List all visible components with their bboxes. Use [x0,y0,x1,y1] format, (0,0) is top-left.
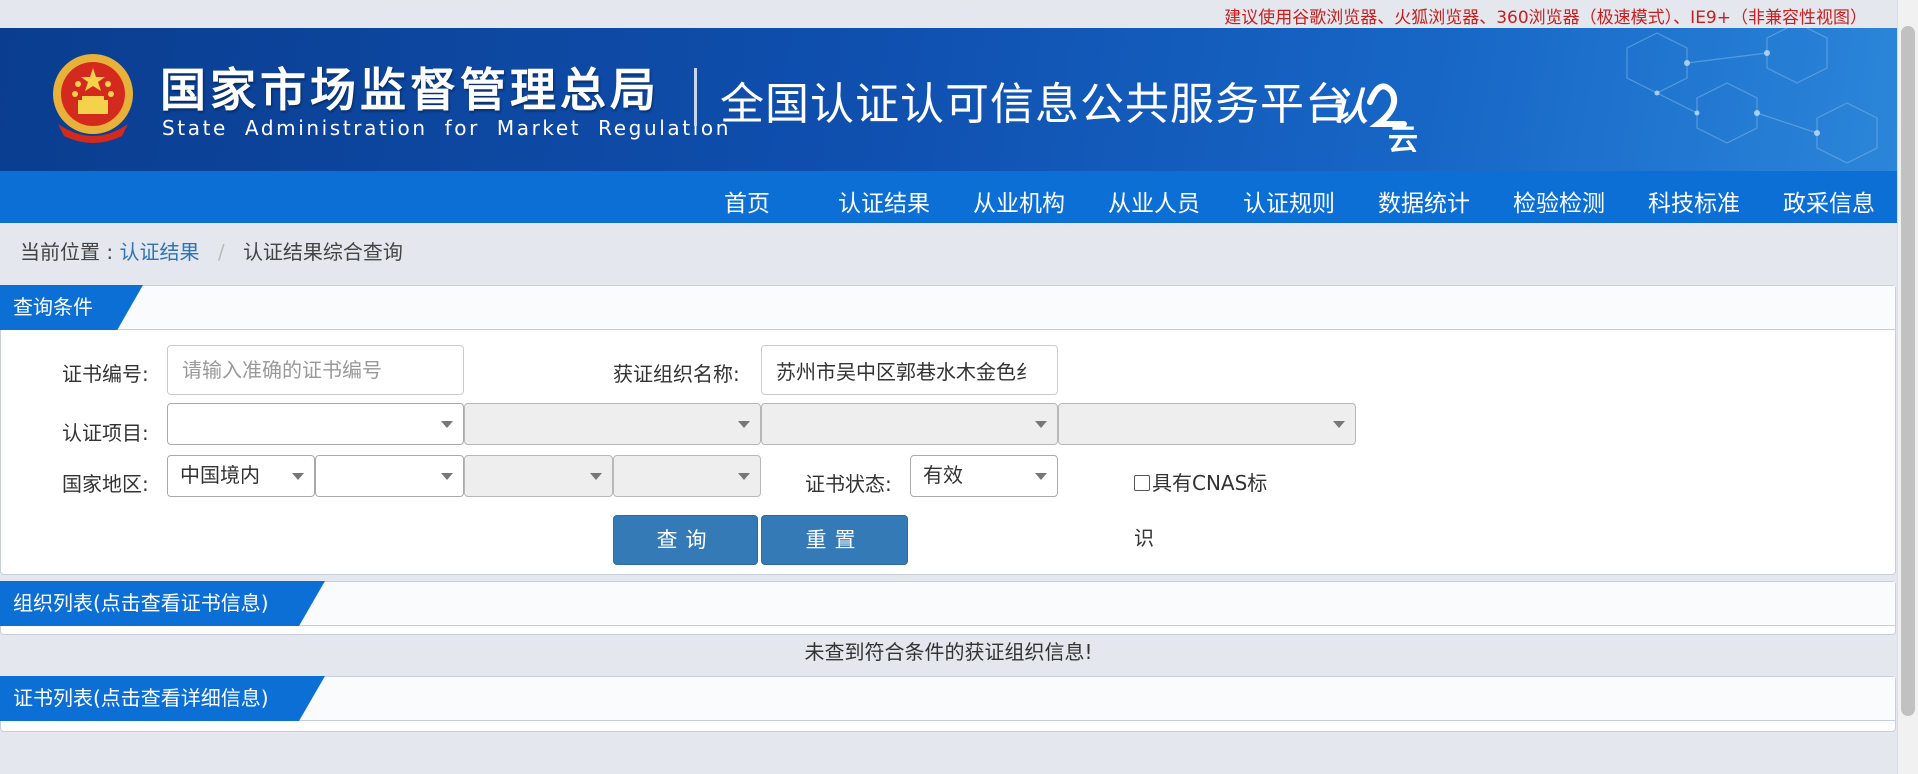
chevron-down-icon [1035,473,1047,480]
region-district-select[interactable] [613,455,761,497]
nav-statistics[interactable]: 数据统计 [1378,184,1470,218]
hexagon-pattern-decoration [1626,28,1878,164]
chevron-down-icon [1333,421,1345,428]
region-province-select[interactable] [315,455,464,497]
chevron-down-icon [292,473,304,480]
reset-button[interactable]: 重置 [761,515,908,565]
chevron-down-icon [1035,421,1047,428]
region-country-value: 中国境内 [180,463,260,487]
region-city-select[interactable] [464,455,613,497]
org-list-panel: 组织列表(点击查看证书信息) [0,581,1896,635]
cnas-label-text: 具有CNAS标 [1152,471,1268,495]
header-divider [694,68,697,126]
chevron-down-icon [441,421,453,428]
cert-project-select-2[interactable] [464,403,761,445]
org-name-en: State Administration for Market Regulati… [162,116,731,140]
org-list-panel-title: 组织列表(点击查看证书信息) [0,581,325,626]
cert-status-value: 有效 [923,463,963,487]
cert-no-label: 证书编号: [62,362,149,386]
nav-personnel[interactable]: 从业人员 [1108,184,1200,218]
browser-notice-text: 建议使用谷歌浏览器、火狐浏览器、360浏览器（极速模式）、IE9+（非兼容性视图… [1224,8,1867,28]
main-nav: 首页 认证结果 从业机构 从业人员 认证规则 数据统计 检验检测 科技标准 政采… [0,171,1897,223]
cnas-checkbox-label[interactable]: 具有CNAS标 [1134,467,1267,496]
breadcrumb-link-cert-results[interactable]: 认证结果 [119,240,199,264]
cert-project-select-3[interactable] [761,403,1058,445]
nav-standards[interactable]: 科技标准 [1648,184,1740,218]
svg-text:认: 认 [1330,85,1368,129]
cert-project-select-4[interactable] [1058,403,1356,445]
chevron-down-icon [738,421,750,428]
org-name-input[interactable] [761,345,1058,395]
nav-home[interactable]: 首页 [724,184,770,218]
nav-institutions[interactable]: 从业机构 [973,184,1065,218]
cnas-checkbox[interactable] [1134,475,1150,491]
cert-project-label: 认证项目: [62,421,149,445]
breadcrumb-current: 认证结果综合查询 [242,240,403,264]
chevron-down-icon [738,473,750,480]
breadcrumb: 当前位置 : 认证结果 / 认证结果综合查询 [20,236,403,265]
cert-list-panel: 证书列表(点击查看详细信息) [0,676,1896,732]
scrollbar-thumb[interactable] [1901,26,1915,716]
org-name-cn: 国家市场监督管理总局 [160,63,660,117]
page-scrollbar[interactable] [1897,0,1918,774]
cert-project-select-1[interactable] [167,403,464,445]
cloud-logo-icon: 认 云 [1330,83,1418,152]
platform-title: 全国认证认可信息公共服务平台 [720,79,1350,130]
site-header: 国家市场监督管理总局 State Administration for Mark… [0,28,1897,171]
nav-cert-results[interactable]: 认证结果 [838,184,930,218]
query-panel-header: 查询条件 [0,285,1895,330]
search-button[interactable]: 查询 [613,515,758,565]
breadcrumb-prefix: 当前位置 : [20,240,114,264]
region-country-select[interactable]: 中国境内 [167,455,315,497]
national-emblem-icon [53,54,133,143]
org-list-panel-header: 组织列表(点击查看证书信息) [0,581,1895,626]
cert-status-label: 证书状态: [805,472,892,496]
nav-cert-rules[interactable]: 认证规则 [1243,184,1335,218]
org-name-label: 获证组织名称: [613,362,740,386]
chevron-down-icon [441,473,453,480]
cert-list-panel-title: 证书列表(点击查看详细信息) [0,676,325,721]
nav-inspection[interactable]: 检验检测 [1513,184,1605,218]
chevron-down-icon [590,473,602,480]
browser-notice-bar: 建议使用谷歌浏览器、火狐浏览器、360浏览器（极速模式）、IE9+（非兼容性视图… [0,0,1897,28]
region-label: 国家地区: [62,472,149,496]
cnas-label-wrap: 识 [1134,526,1154,550]
cert-no-input[interactable] [167,345,464,395]
svg-text:云: 云 [1388,123,1418,152]
query-panel-title: 查询条件 [0,285,143,330]
nav-procurement[interactable]: 政采信息 [1783,184,1875,218]
cert-status-select[interactable]: 有效 [910,455,1058,497]
cert-list-panel-header: 证书列表(点击查看详细信息) [0,676,1895,721]
breadcrumb-separator: / [217,240,225,264]
org-list-empty-message: 未查到符合条件的获证组织信息! [804,640,1093,664]
